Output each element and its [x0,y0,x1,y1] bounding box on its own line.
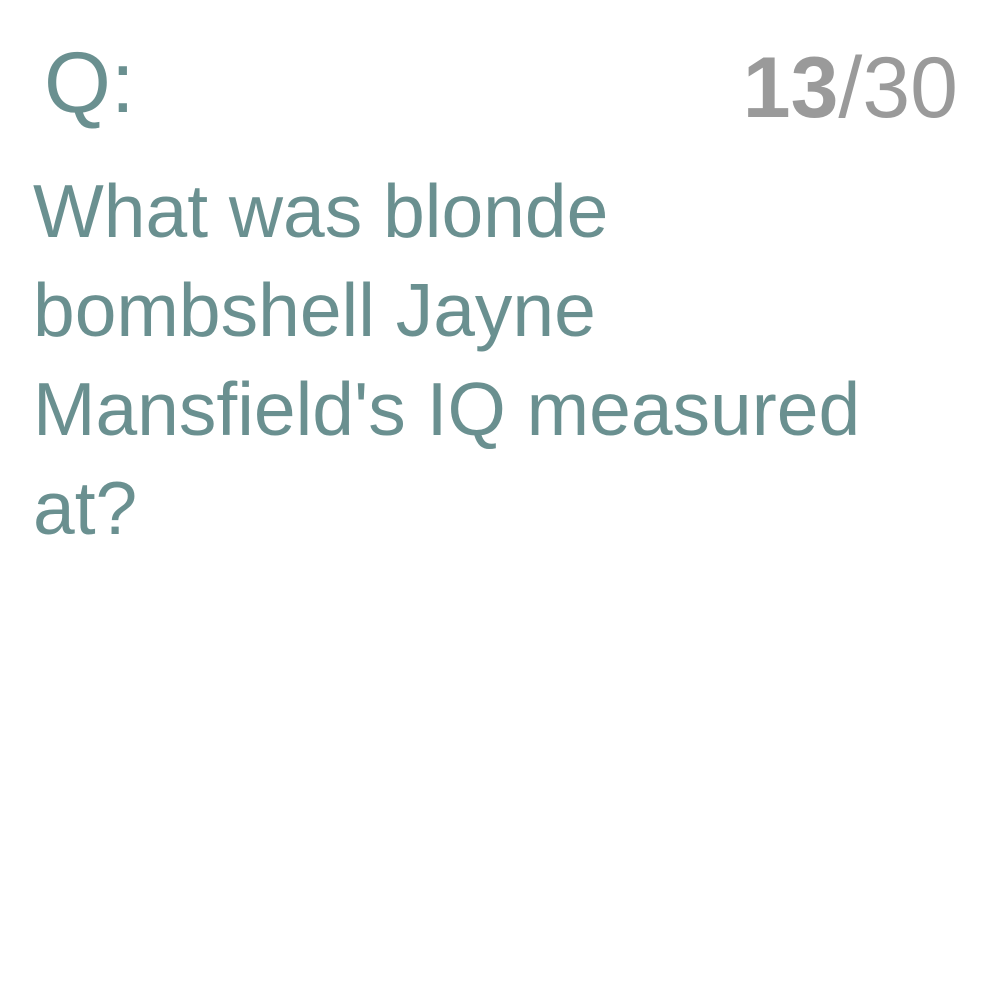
total-questions: 30 [862,40,958,136]
question-counter: 13/30 [743,45,958,131]
question-prefix: Q: [44,35,135,131]
current-question-number: 13 [742,40,839,136]
quiz-card: Q: 13/30 What was blonde bombshell Jayne… [0,0,1000,999]
counter-separator: / [838,40,863,136]
question-text: What was blonde bombshell Jayne Mansfiel… [33,169,861,550]
